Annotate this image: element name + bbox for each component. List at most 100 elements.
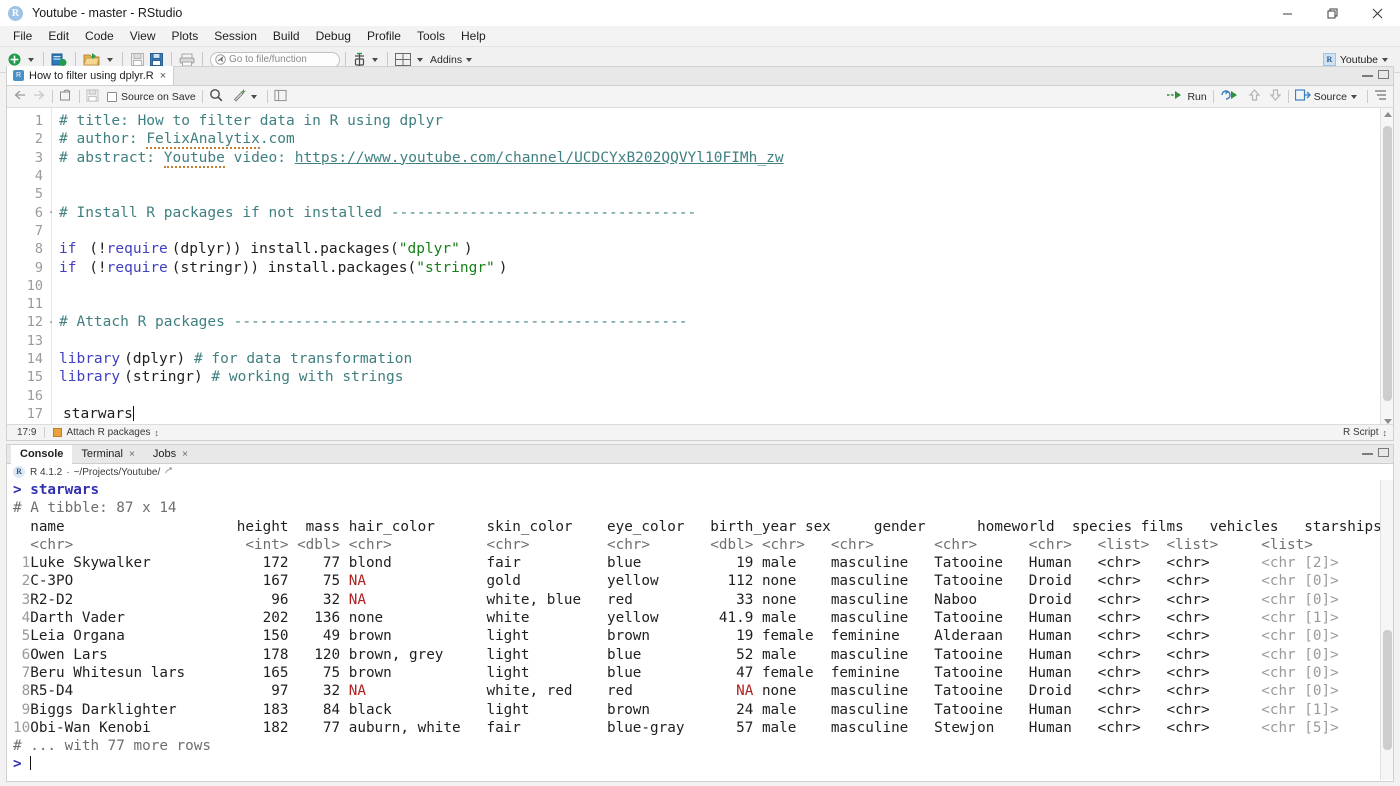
text-cursor [132, 405, 134, 421]
doc-type-label[interactable]: R Script [1343, 427, 1379, 438]
find-replace-icon[interactable] [209, 88, 223, 105]
console-token: 182 [228, 719, 298, 736]
source-dropdown-icon[interactable] [1351, 94, 1357, 99]
close-terminal-icon[interactable]: × [129, 449, 135, 460]
minimize-icon[interactable] [1265, 0, 1310, 26]
document-outline-icon[interactable] [274, 89, 287, 105]
outline-toggle-icon[interactable] [1374, 89, 1387, 104]
console-scroll-thumb[interactable] [1383, 630, 1392, 750]
forward-icon[interactable] [31, 89, 46, 104]
previous-chunk-icon[interactable] [1248, 88, 1261, 105]
maximize-icon[interactable] [1310, 0, 1355, 26]
run-icon[interactable] [1166, 89, 1184, 104]
menu-build[interactable]: Build [265, 27, 308, 46]
rstudio-window: R Youtube - master - RStudio File Edit C… [0, 0, 1400, 786]
next-chunk-icon[interactable] [1269, 88, 1282, 105]
tab-terminal[interactable]: Terminal × [72, 445, 143, 464]
console-token [366, 683, 487, 699]
console-token: Human [1028, 664, 1098, 681]
console-token: 183 [228, 701, 298, 718]
code-token: https://www.youtube.com/channel/UCDCYxB2… [294, 149, 784, 166]
tab-jobs[interactable]: Jobs × [144, 445, 197, 464]
project-selector[interactable]: R Youtube [1322, 53, 1392, 66]
code-text [55, 223, 63, 239]
console-token: brown, grey [348, 646, 487, 663]
minimize-console-icon[interactable] [1362, 448, 1373, 455]
code-token: # Attach R packages --------------------… [59, 314, 688, 331]
code-editor[interactable]: 1 # title: How to filter data in R using … [7, 108, 1393, 428]
console-pane: Console Terminal × Jobs × R R 4.1.2 · ~/… [6, 444, 1394, 782]
console-token: gender [873, 518, 978, 535]
code-tools-dropdown-icon[interactable] [250, 94, 257, 99]
console-token: 150 [228, 628, 298, 645]
working-directory-link-icon[interactable] [164, 466, 173, 478]
fold-marker[interactable]: · [47, 206, 55, 219]
r-session-icon: R [13, 466, 25, 478]
new-file-dropdown-icon[interactable] [28, 57, 34, 62]
addins-dropdown-icon[interactable] [466, 57, 473, 62]
source-on-save-checkbox[interactable] [107, 91, 117, 102]
source-icon[interactable] [1294, 89, 1311, 104]
panes-dropdown-icon[interactable] [417, 57, 423, 62]
close-tab-icon[interactable]: × [160, 70, 166, 82]
menu-code[interactable]: Code [77, 27, 122, 46]
menu-session[interactable]: Session [206, 27, 265, 46]
close-icon[interactable] [1355, 0, 1400, 26]
code-token: .com [259, 131, 295, 148]
console-token: none [761, 591, 831, 608]
console-token: <dbl> [297, 536, 349, 553]
editor-scroll-thumb[interactable] [1383, 126, 1392, 401]
editor-scrollbar[interactable] [1380, 108, 1393, 428]
back-icon[interactable] [13, 89, 28, 104]
console-output[interactable]: > starwars # A tibble: 87 x 14 name heigh… [7, 480, 1393, 780]
console-token: homeworld [977, 518, 1072, 535]
open-file-dropdown-icon[interactable] [107, 57, 113, 62]
source-file-tab[interactable]: R How to filter using dplyr.R × [7, 66, 175, 85]
doc-type-chevron-icon[interactable]: ↕ [1383, 428, 1388, 437]
menu-file[interactable]: File [5, 27, 40, 46]
project-dropdown-icon[interactable] [1382, 57, 1388, 62]
workspace-dropdown-icon[interactable] [372, 57, 378, 62]
run-label[interactable]: Run [1187, 91, 1206, 103]
rerun-icon[interactable] [1220, 89, 1240, 104]
scope-chevron-icon[interactable]: ↕ [154, 428, 159, 437]
menu-view[interactable]: View [122, 27, 164, 46]
console-token: NA [348, 591, 366, 608]
save-icon[interactable] [86, 88, 99, 105]
code-line: 12 · # Attach R packages -----------------… [7, 313, 1393, 331]
console-token: 24 [710, 701, 762, 718]
line-number: 12 [26, 314, 43, 331]
console-token: Beru Whitesun lars [30, 664, 229, 681]
console-token: Droid [1028, 683, 1098, 700]
maximize-pane-icon[interactable] [1378, 70, 1389, 79]
menu-edit[interactable]: Edit [40, 27, 77, 46]
console-token: <chr> [830, 536, 935, 553]
console-scrollbar[interactable] [1380, 480, 1393, 780]
menu-tools[interactable]: Tools [409, 27, 453, 46]
source-label[interactable]: Source [1314, 91, 1347, 103]
console-token: <chr [0]> [1261, 591, 1365, 608]
popout-icon[interactable] [59, 89, 73, 105]
working-directory-label[interactable]: ~/Projects/Youtube/ [74, 467, 161, 478]
addins-button[interactable]: Addins [430, 54, 462, 66]
menu-debug[interactable]: Debug [308, 27, 359, 46]
window-controls [1265, 0, 1400, 26]
minimize-pane-icon[interactable] [1362, 70, 1373, 77]
line-number: 3 [34, 149, 43, 166]
console-token: # ... with 77 more rows [13, 738, 211, 755]
line-number: 7 [34, 222, 43, 239]
close-jobs-icon[interactable]: × [182, 449, 188, 460]
scroll-up-icon[interactable] [1384, 112, 1392, 117]
menu-help[interactable]: Help [453, 27, 494, 46]
tab-console[interactable]: Console [11, 444, 73, 464]
goto-placeholder-text: Go to file/function [229, 54, 307, 65]
code-tools-icon[interactable] [232, 88, 247, 105]
menu-profile[interactable]: Profile [359, 27, 409, 46]
scope-label[interactable]: Attach R packages [66, 427, 150, 438]
maximize-console-icon[interactable] [1378, 448, 1389, 457]
console-token: Tatooine [934, 573, 1029, 590]
code-token: # for data transformation [193, 351, 413, 367]
menu-plots[interactable]: Plots [164, 27, 207, 46]
fold-marker[interactable]: · [47, 316, 55, 329]
console-token: 75 [297, 573, 349, 590]
